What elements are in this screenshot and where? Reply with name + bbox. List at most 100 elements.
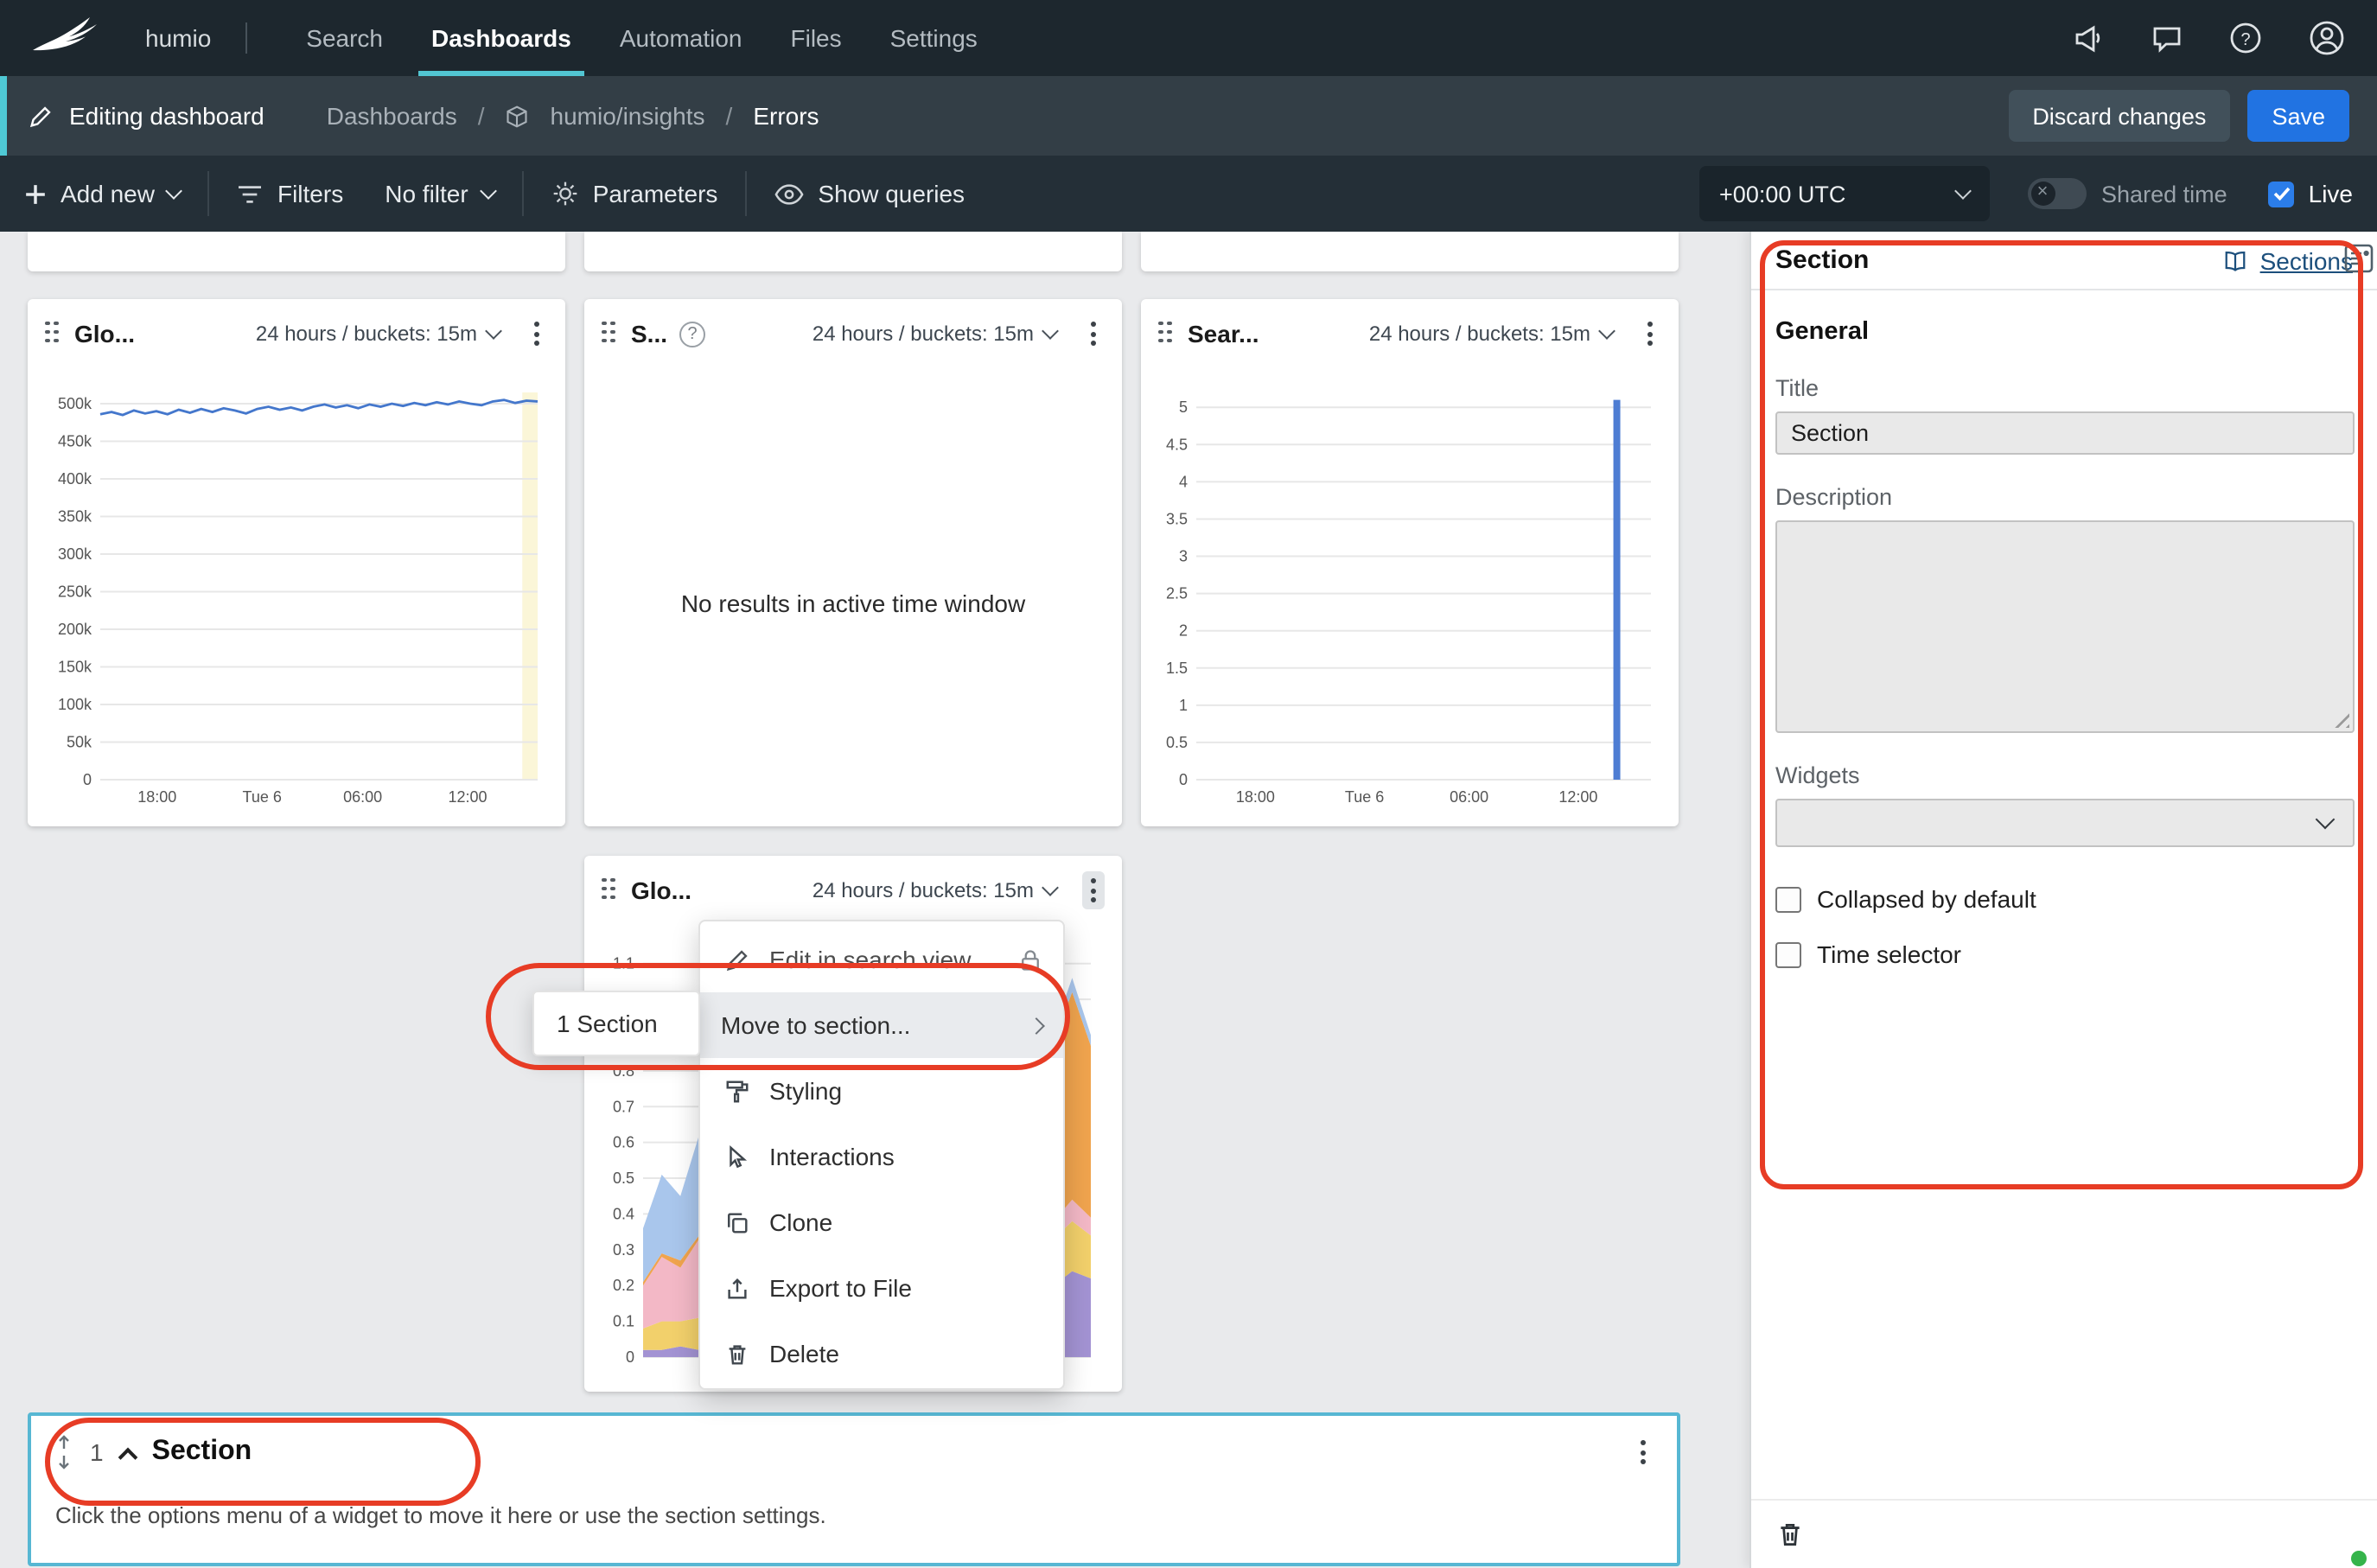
live-checkbox-group[interactable]: Live — [2269, 180, 2353, 207]
widgets-select[interactable] — [1775, 799, 2355, 847]
section-options-button[interactable] — [1634, 1433, 1653, 1471]
menu-item-clone[interactable]: Clone — [700, 1189, 1063, 1255]
show-queries-label: Show queries — [818, 180, 965, 207]
top-nav-actions: ? — [2073, 19, 2346, 57]
svg-text:0.2: 0.2 — [613, 1277, 634, 1294]
edit-dashboard-bar: Editing dashboard Dashboards / humio/ins… — [0, 76, 2377, 156]
widget-options-button[interactable] — [1082, 315, 1105, 353]
parameters-button[interactable]: Parameters — [551, 180, 718, 207]
svg-text:0: 0 — [626, 1348, 634, 1366]
menu-item-label: Interactions — [769, 1143, 895, 1170]
menu-item-styling[interactable]: Styling — [700, 1058, 1063, 1124]
widget-options-button[interactable] — [1639, 315, 1661, 353]
svg-text:500k: 500k — [58, 395, 92, 412]
nav-divider — [245, 22, 247, 54]
time-range-dropdown[interactable]: 24 hours / buckets: 15m — [813, 322, 1056, 346]
sections-link-group[interactable]: Sections — [2222, 246, 2353, 274]
panel-list-icon[interactable] — [2344, 244, 2374, 273]
move-arrows-icon[interactable] — [55, 1433, 73, 1471]
drag-handle-icon[interactable] — [602, 321, 619, 347]
section-description-textarea[interactable] — [1777, 522, 2353, 731]
help-circle-icon[interactable]: ? — [679, 321, 705, 347]
section-header: 1 Section — [55, 1433, 1653, 1471]
description-label: Description — [1775, 484, 2353, 510]
time-range-dropdown[interactable]: 24 hours / buckets: 15m — [256, 322, 500, 346]
breadcrumb-dashboards[interactable]: Dashboards — [327, 102, 457, 130]
help-icon[interactable]: ? — [2228, 21, 2263, 55]
panel-title: Section — [1775, 245, 1869, 275]
filter-icon — [238, 182, 264, 205]
chevron-right-icon — [1028, 1017, 1045, 1034]
widget-global-events: Glo... 24 hours / buckets: 15m 050k100k1… — [28, 299, 565, 826]
kebab-icon — [1091, 322, 1096, 346]
delete-section-button[interactable] — [1775, 1520, 1805, 1549]
svg-text:0.8: 0.8 — [613, 1062, 634, 1080]
nav-search[interactable]: Search — [282, 0, 407, 76]
timezone-dropdown[interactable]: +00:00 UTC — [1698, 166, 1989, 221]
show-queries-button[interactable]: Show queries — [774, 180, 965, 207]
partial-widget — [28, 232, 565, 271]
widget-options-button[interactable] — [526, 315, 548, 353]
no-filter-label: No filter — [385, 180, 468, 207]
filters-button[interactable]: Filters — [238, 180, 343, 207]
section-title-input[interactable] — [1775, 411, 2355, 455]
collapsed-by-default-row[interactable]: Collapsed by default — [1775, 885, 2353, 913]
add-new-button[interactable]: Add new — [24, 180, 181, 207]
time-selector-checkbox-label: Time selector — [1817, 940, 1961, 968]
menu-item-edit-in-search-view[interactable]: Edit in search view — [700, 927, 1063, 992]
eye-icon — [774, 182, 804, 205]
svg-text:18:00: 18:00 — [137, 788, 176, 806]
breadcrumb-current: Errors — [753, 102, 819, 130]
edit-pencil-icon — [28, 103, 54, 129]
live-checkbox[interactable] — [2269, 181, 2295, 207]
collapse-section-chevron-icon[interactable] — [118, 1447, 137, 1467]
nav-dashboards[interactable]: Dashboards — [407, 0, 596, 76]
widget-search-errors: Sear... 24 hours / buckets: 15m 00.511.5… — [1141, 299, 1679, 826]
nav-files[interactable]: Files — [767, 0, 866, 76]
brand-humio[interactable]: humio — [145, 24, 211, 52]
nav-automation[interactable]: Automation — [596, 0, 767, 76]
svg-text:4.5: 4.5 — [1166, 436, 1188, 453]
time-range-dropdown[interactable]: 24 hours / buckets: 15m — [1369, 322, 1613, 346]
section-order-number: 1 — [90, 1438, 104, 1466]
collapsed-checkbox-label: Collapsed by default — [1817, 885, 2036, 913]
collapsed-checkbox[interactable] — [1775, 886, 1801, 912]
time-range-dropdown[interactable]: 24 hours / buckets: 15m — [813, 878, 1056, 902]
breadcrumb-repo[interactable]: humio/insights — [551, 102, 705, 130]
svg-text:0.5: 0.5 — [613, 1170, 634, 1187]
add-icon — [24, 182, 47, 205]
drag-handle-icon[interactable] — [45, 321, 62, 347]
crowdstrike-logo-icon[interactable] — [31, 16, 100, 61]
widget-options-button-active[interactable] — [1082, 871, 1105, 909]
move-to-section-submenu-item[interactable]: 1 Section — [532, 991, 700, 1056]
user-avatar-icon[interactable] — [2308, 19, 2346, 57]
shared-time-toggle[interactable]: × — [2027, 178, 2086, 209]
time-selector-checkbox[interactable] — [1775, 941, 1801, 967]
menu-item-interactions[interactable]: Interactions — [700, 1124, 1063, 1189]
announcements-icon[interactable] — [2073, 22, 2106, 54]
menu-item-label: Styling — [769, 1077, 842, 1105]
sections-link[interactable]: Sections — [2260, 246, 2353, 274]
svg-text:06:00: 06:00 — [1450, 788, 1488, 806]
discard-changes-button[interactable]: Discard changes — [2008, 90, 2230, 142]
menu-item-move-to-section[interactable]: Move to section... — [700, 992, 1063, 1058]
svg-text:3: 3 — [1179, 548, 1188, 565]
chevron-down-icon — [1042, 322, 1059, 339]
svg-text:0.7: 0.7 — [613, 1098, 634, 1115]
time-range-label: 24 hours / buckets: 15m — [813, 878, 1034, 902]
menu-item-export-to-file[interactable]: Export to File — [700, 1255, 1063, 1321]
kebab-icon — [1091, 878, 1096, 902]
menu-item-delete[interactable]: Delete — [700, 1321, 1063, 1386]
feedback-icon[interactable] — [2151, 22, 2183, 54]
svg-text:?: ? — [2240, 30, 2250, 49]
general-heading: General — [1775, 318, 2353, 346]
section-settings-panel: Section Sections General Title Descripti… — [1749, 232, 2377, 1568]
save-button[interactable]: Save — [2247, 90, 2349, 142]
svg-text:18:00: 18:00 — [1236, 788, 1275, 806]
time-selector-row[interactable]: Time selector — [1775, 940, 2353, 968]
no-filter-dropdown[interactable]: No filter — [385, 180, 494, 207]
drag-handle-icon[interactable] — [1158, 321, 1176, 347]
svg-text:50k: 50k — [67, 734, 92, 751]
drag-handle-icon[interactable] — [602, 877, 619, 903]
nav-settings[interactable]: Settings — [866, 0, 1002, 76]
